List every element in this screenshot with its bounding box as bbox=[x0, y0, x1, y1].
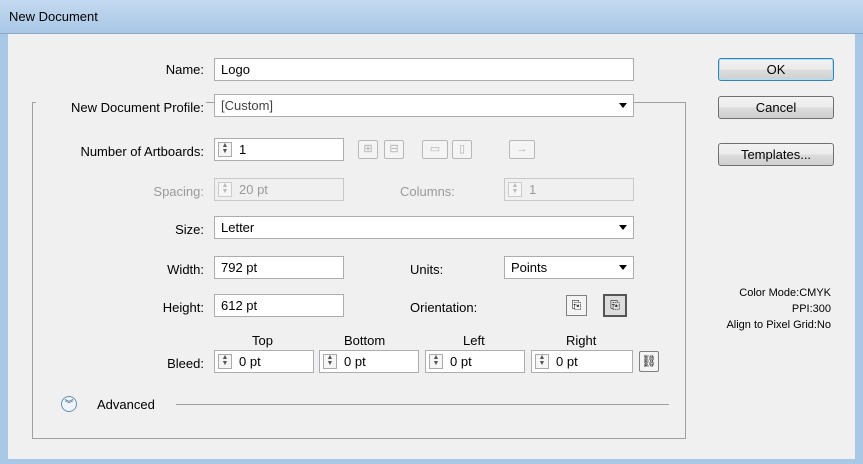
height-input[interactable]: 612 pt bbox=[214, 294, 344, 317]
cancel-button[interactable]: Cancel bbox=[718, 96, 834, 119]
spacing-input[interactable]: ▲ ▼ 20 pt bbox=[214, 178, 344, 201]
bleed-bottom-input[interactable]: ▲ ▼ 0 pt bbox=[319, 350, 419, 373]
bleed-header-bottom: Bottom bbox=[344, 333, 386, 348]
bleed-header-right: Right bbox=[566, 333, 597, 348]
bleed-right-value: 0 pt bbox=[556, 354, 578, 369]
size-value: Letter bbox=[221, 220, 255, 235]
profile-select[interactable]: [Custom] bbox=[214, 94, 634, 117]
advanced-label[interactable]: Advanced bbox=[97, 397, 155, 412]
profile-label: New Document Profile: bbox=[36, 100, 206, 115]
new-document-dialog: New Document Name: Logo New Document Pro… bbox=[0, 0, 863, 464]
chevron-down-circle-icon[interactable]: ︾ bbox=[61, 396, 77, 412]
bleed-header-top: Top bbox=[252, 333, 273, 348]
arrange-by-column-icon[interactable]: ▯ bbox=[452, 140, 472, 159]
bleed-header-left: Left bbox=[463, 333, 485, 348]
bleed-bottom-value: 0 pt bbox=[344, 354, 366, 369]
ppi-info: PPI:300 bbox=[791, 303, 831, 315]
artboards-input[interactable]: ▲ ▼ 1 bbox=[214, 138, 344, 161]
spinner-arrows-icon[interactable]: ▲ ▼ bbox=[323, 354, 337, 369]
width-label: Width: bbox=[167, 262, 204, 277]
size-label: Size: bbox=[175, 222, 204, 237]
artboards-label: Number of Artboards: bbox=[80, 144, 204, 159]
landscape-icon[interactable]: ⎘ bbox=[603, 294, 627, 317]
units-label: Units: bbox=[410, 262, 444, 277]
columns-label: Columns: bbox=[400, 184, 455, 199]
chevron-down-icon bbox=[619, 265, 627, 270]
arrow-right-icon[interactable]: → bbox=[509, 140, 535, 159]
chevron-down-icon bbox=[619, 103, 627, 108]
spinner-arrows-icon[interactable]: ▲ ▼ bbox=[218, 142, 232, 157]
advanced-divider bbox=[176, 404, 669, 405]
height-label: Height: bbox=[162, 300, 204, 315]
width-input[interactable]: 792 pt bbox=[214, 256, 344, 279]
window-frame-left bbox=[0, 34, 8, 464]
bleed-top-input[interactable]: ▲ ▼ 0 pt bbox=[214, 350, 314, 373]
grid-by-column-icon[interactable]: ⊟ bbox=[384, 140, 404, 159]
units-select[interactable]: Points bbox=[504, 256, 634, 279]
bleed-label: Bleed: bbox=[167, 356, 204, 371]
columns-value: 1 bbox=[529, 182, 537, 197]
spinner-arrows-icon[interactable]: ▲ ▼ bbox=[535, 354, 549, 369]
bleed-left-value: 0 pt bbox=[450, 354, 472, 369]
spinner-arrows-icon[interactable]: ▲ ▼ bbox=[429, 354, 443, 369]
arrange-by-row-icon[interactable]: ▭ bbox=[422, 140, 448, 159]
ok-button[interactable]: OK bbox=[718, 58, 834, 81]
color-mode-info: Color Mode:CMYK bbox=[739, 287, 831, 299]
window-frame-right bbox=[855, 34, 863, 464]
window-title: New Document bbox=[9, 9, 98, 24]
bleed-right-input[interactable]: ▲ ▼ 0 pt bbox=[531, 350, 633, 373]
title-bar[interactable]: New Document bbox=[0, 0, 863, 34]
name-input[interactable]: Logo bbox=[214, 58, 634, 81]
window-frame-bottom bbox=[0, 459, 863, 464]
spinner-arrows-icon[interactable]: ▲ ▼ bbox=[218, 182, 232, 197]
spinner-arrows-icon[interactable]: ▲ ▼ bbox=[508, 182, 522, 197]
spacing-value: 20 pt bbox=[239, 182, 268, 197]
chevron-down-icon bbox=[619, 225, 627, 230]
portrait-icon[interactable]: ⎘ bbox=[566, 295, 587, 316]
artboards-value: 1 bbox=[239, 142, 247, 157]
grid-by-row-icon[interactable]: ⊞ bbox=[358, 140, 378, 159]
size-select[interactable]: Letter bbox=[214, 216, 634, 239]
name-label: Name: bbox=[165, 62, 204, 77]
columns-input[interactable]: ▲ ▼ 1 bbox=[504, 178, 634, 201]
profile-value: [Custom] bbox=[221, 98, 274, 113]
spacing-label: Spacing: bbox=[153, 184, 204, 199]
orientation-label: Orientation: bbox=[410, 300, 478, 315]
bleed-top-value: 0 pt bbox=[239, 354, 261, 369]
templates-button[interactable]: Templates... bbox=[718, 143, 834, 166]
units-value: Points bbox=[511, 260, 548, 275]
spinner-arrows-icon[interactable]: ▲ ▼ bbox=[218, 354, 232, 369]
chain-link-icon[interactable]: ⛓ bbox=[639, 351, 659, 372]
bleed-left-input[interactable]: ▲ ▼ 0 pt bbox=[425, 350, 525, 373]
pixel-grid-info: Align to Pixel Grid:No bbox=[726, 319, 831, 331]
